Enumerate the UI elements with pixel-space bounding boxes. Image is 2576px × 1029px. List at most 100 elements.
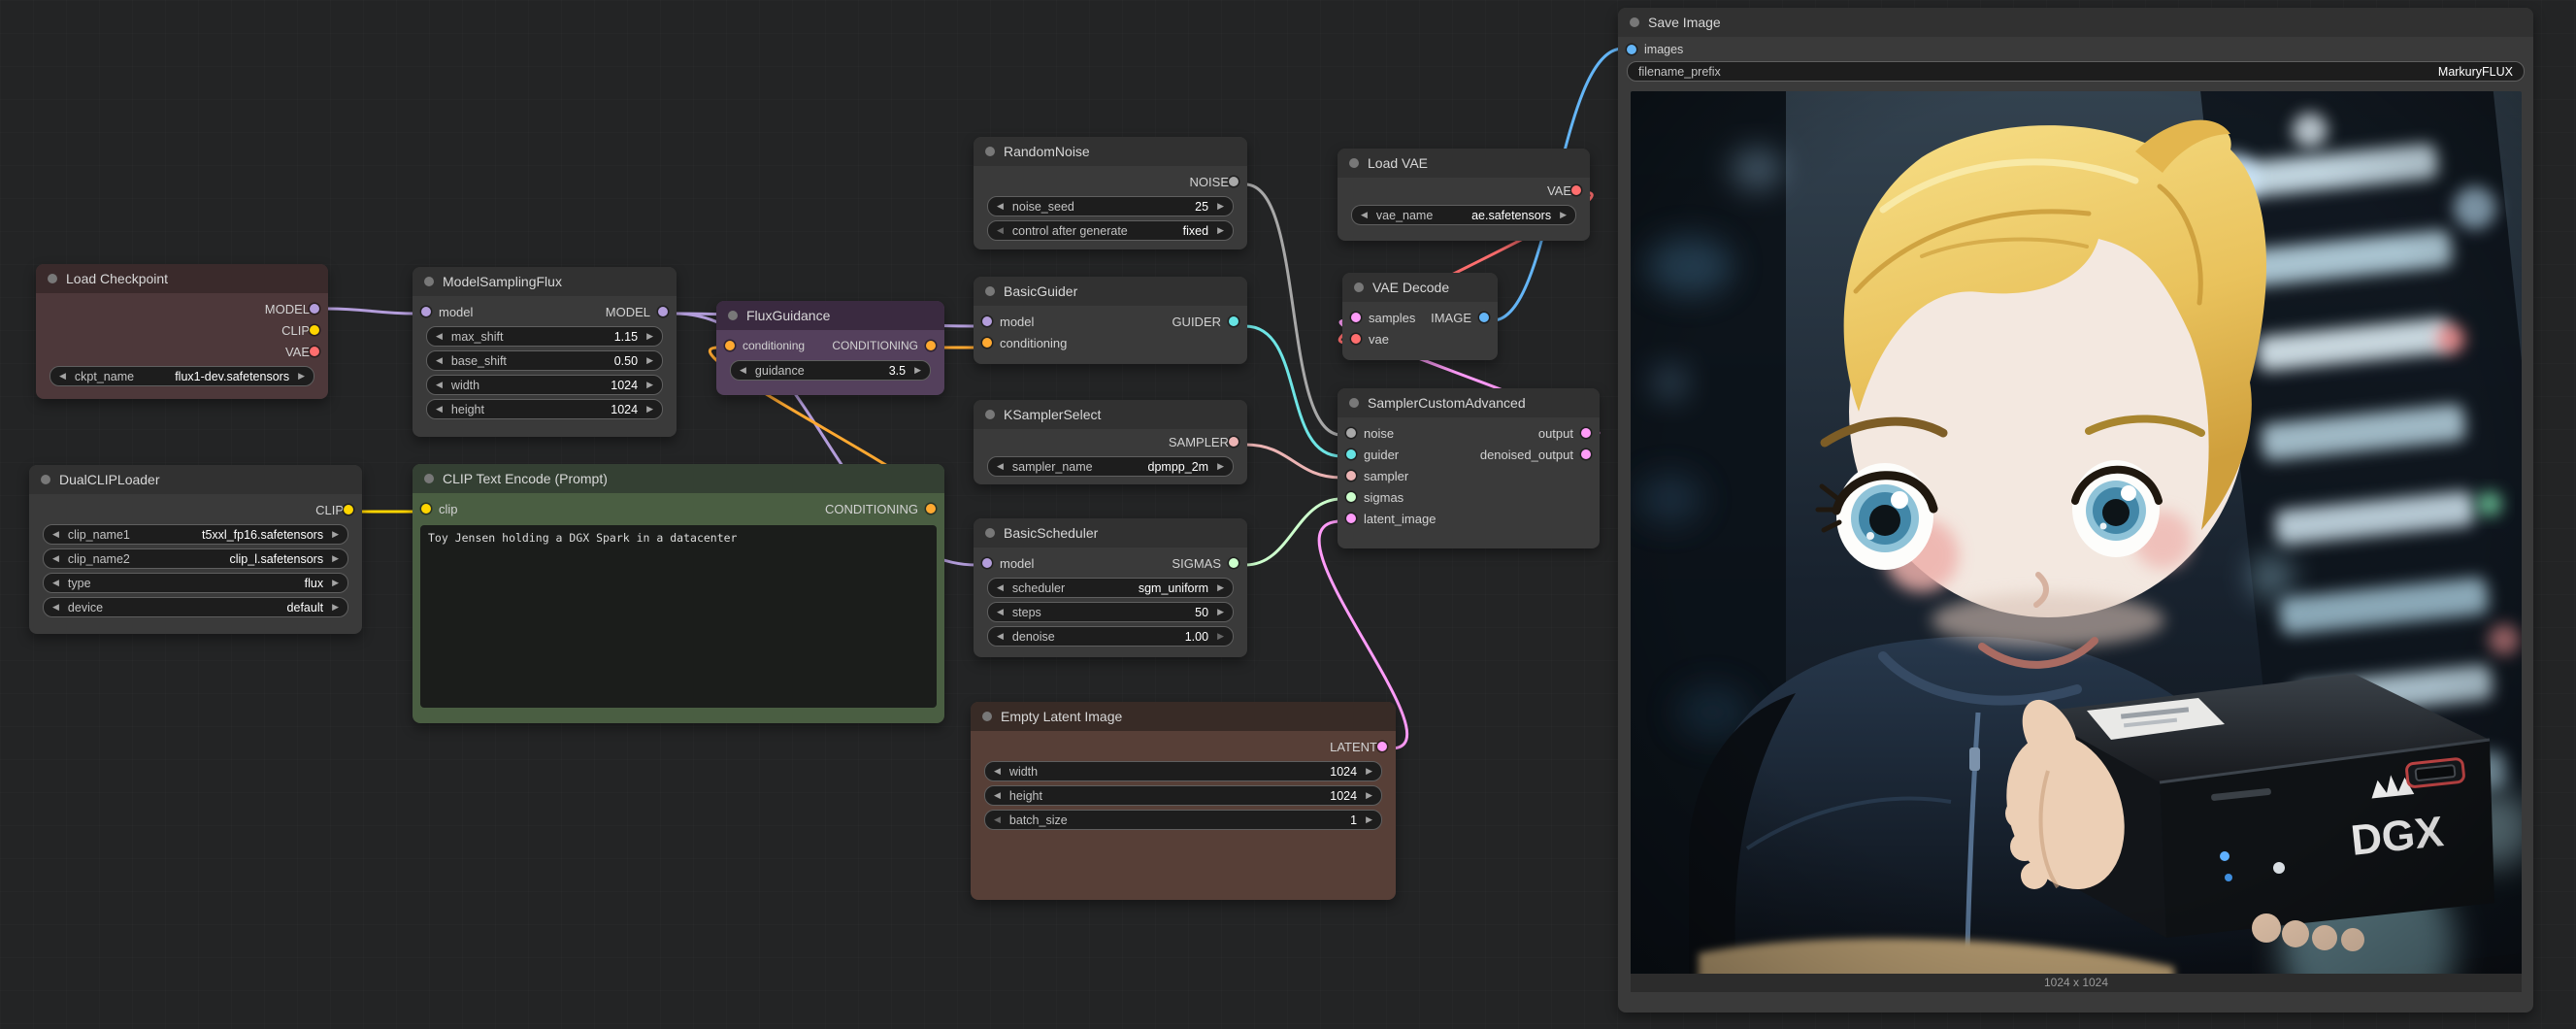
widget-scheduler[interactable]: ◀ scheduler sgm_uniform ▶ [987, 578, 1234, 598]
right-arrow-icon[interactable]: ▶ [298, 372, 305, 381]
widget-batch-size[interactable]: ◀ batch_size 1 ▶ [984, 810, 1382, 830]
node-save-image[interactable]: Save Image images filename_prefix Markur… [1618, 8, 2533, 1012]
input-port-clip[interactable] [421, 504, 431, 514]
input-port-noise[interactable] [1346, 428, 1356, 438]
node-clip-text-encode[interactable]: CLIP Text Encode (Prompt) clip CONDITION… [413, 464, 944, 723]
node-titlebar[interactable]: Load Checkpoint [36, 264, 328, 293]
node-titlebar[interactable]: SamplerCustomAdvanced [1338, 388, 1600, 417]
left-arrow-icon[interactable]: ◀ [997, 226, 1004, 235]
output-port-sampler[interactable] [1229, 437, 1238, 447]
collapse-dot[interactable] [985, 410, 995, 419]
node-model-sampling-flux[interactable]: ModelSamplingFlux model MODEL ◀ max_shif… [413, 267, 677, 437]
node-dual-clip-loader[interactable]: DualCLIPLoader CLIP ◀ clip_name1 t5xxl_f… [29, 465, 362, 634]
collapse-dot[interactable] [1349, 158, 1359, 168]
left-arrow-icon[interactable]: ◀ [52, 554, 59, 563]
widget-max-shift[interactable]: ◀ max_shift 1.15 ▶ [426, 326, 663, 347]
node-titlebar[interactable]: BasicGuider [974, 277, 1247, 306]
right-arrow-icon[interactable]: ▶ [646, 405, 653, 414]
widget-width[interactable]: ◀ width 1024 ▶ [984, 761, 1382, 781]
collapse-dot[interactable] [985, 286, 995, 296]
right-arrow-icon[interactable]: ▶ [1366, 815, 1372, 824]
left-arrow-icon[interactable]: ◀ [994, 791, 1001, 800]
widget-guidance[interactable]: ◀ guidance 3.5 ▶ [730, 360, 931, 381]
widget-device[interactable]: ◀ device default ▶ [43, 597, 348, 617]
node-vae-decode[interactable]: VAE Decode samples IMAGE vae [1342, 273, 1498, 360]
collapse-dot[interactable] [1630, 17, 1639, 27]
output-port-clip[interactable] [344, 505, 353, 514]
right-arrow-icon[interactable]: ▶ [646, 332, 653, 341]
right-arrow-icon[interactable]: ▶ [1217, 462, 1224, 471]
collapse-dot[interactable] [728, 311, 738, 320]
input-port-latent-image[interactable] [1346, 514, 1356, 523]
right-arrow-icon[interactable]: ▶ [1217, 202, 1224, 211]
widget-type[interactable]: ◀ type flux ▶ [43, 573, 348, 593]
right-arrow-icon[interactable]: ▶ [332, 554, 339, 563]
widget-noise-seed[interactable]: ◀ noise_seed 25 ▶ [987, 196, 1234, 216]
input-port-sampler[interactable] [1346, 471, 1356, 481]
output-port-denoised-output[interactable] [1581, 449, 1591, 459]
left-arrow-icon[interactable]: ◀ [1361, 211, 1368, 219]
output-port-model[interactable] [658, 307, 668, 316]
collapse-dot[interactable] [424, 277, 434, 286]
input-port-samples[interactable] [1351, 313, 1361, 322]
output-port-conditioning[interactable] [926, 341, 936, 350]
node-graph-canvas[interactable]: Load Checkpoint MODEL CLIP VAE ◀ ckpt_na… [0, 0, 2576, 1029]
widget-filename-prefix[interactable]: filename_prefix MarkuryFLUX [1627, 61, 2525, 82]
input-port-model[interactable] [421, 307, 431, 316]
collapse-dot[interactable] [424, 474, 434, 483]
collapse-dot[interactable] [985, 528, 995, 538]
input-port-model[interactable] [982, 558, 992, 568]
output-port-clip[interactable] [310, 325, 319, 335]
node-titlebar[interactable]: ModelSamplingFlux [413, 267, 677, 296]
left-arrow-icon[interactable]: ◀ [436, 405, 443, 414]
left-arrow-icon[interactable]: ◀ [997, 462, 1004, 471]
left-arrow-icon[interactable]: ◀ [436, 381, 443, 389]
left-arrow-icon[interactable]: ◀ [52, 530, 59, 539]
left-arrow-icon[interactable]: ◀ [52, 603, 59, 612]
input-port-model[interactable] [982, 316, 992, 326]
widget-control-after-generate[interactable]: ◀ control after generate fixed ▶ [987, 220, 1234, 241]
widget-vae-name[interactable]: ◀ vae_name ae.safetensors ▶ [1351, 205, 1576, 225]
right-arrow-icon[interactable]: ▶ [332, 579, 339, 587]
left-arrow-icon[interactable]: ◀ [740, 366, 746, 375]
output-port-image[interactable] [1479, 313, 1489, 322]
widget-ckpt-name[interactable]: ◀ ckpt_name flux1-dev.safetensors ▶ [50, 366, 314, 386]
output-port-noise[interactable] [1229, 177, 1238, 186]
node-titlebar[interactable]: FluxGuidance [716, 301, 944, 330]
right-arrow-icon[interactable]: ▶ [1366, 767, 1372, 776]
node-load-checkpoint[interactable]: Load Checkpoint MODEL CLIP VAE ◀ ckpt_na… [36, 264, 328, 399]
output-port-latent[interactable] [1377, 742, 1387, 751]
output-port-conditioning[interactable] [926, 504, 936, 514]
widget-base-shift[interactable]: ◀ base_shift 0.50 ▶ [426, 350, 663, 371]
node-titlebar[interactable]: DualCLIPLoader [29, 465, 362, 494]
widget-sampler-name[interactable]: ◀ sampler_name dpmpp_2m ▶ [987, 456, 1234, 477]
widget-clip-name1[interactable]: ◀ clip_name1 t5xxl_fp16.safetensors ▶ [43, 524, 348, 545]
input-port-vae[interactable] [1351, 334, 1361, 344]
output-port-output[interactable] [1581, 428, 1591, 438]
left-arrow-icon[interactable]: ◀ [52, 579, 59, 587]
left-arrow-icon[interactable]: ◀ [997, 632, 1004, 641]
left-arrow-icon[interactable]: ◀ [994, 767, 1001, 776]
left-arrow-icon[interactable]: ◀ [997, 202, 1004, 211]
right-arrow-icon[interactable]: ▶ [332, 530, 339, 539]
node-titlebar[interactable]: Empty Latent Image [971, 702, 1396, 731]
collapse-dot[interactable] [1354, 282, 1364, 292]
collapse-dot[interactable] [1349, 398, 1359, 408]
node-empty-latent-image[interactable]: Empty Latent Image LATENT ◀ width 1024 ▶… [971, 702, 1396, 900]
output-port-guider[interactable] [1229, 316, 1238, 326]
collapse-dot[interactable] [48, 274, 57, 283]
right-arrow-icon[interactable]: ▶ [1217, 632, 1224, 641]
left-arrow-icon[interactable]: ◀ [997, 608, 1004, 616]
node-titlebar[interactable]: Load VAE [1338, 149, 1590, 178]
right-arrow-icon[interactable]: ▶ [1217, 608, 1224, 616]
widget-height[interactable]: ◀ height 1024 ▶ [426, 399, 663, 419]
node-random-noise[interactable]: RandomNoise NOISE ◀ noise_seed 25 ▶ ◀ co… [974, 137, 1247, 249]
input-port-sigmas[interactable] [1346, 492, 1356, 502]
right-arrow-icon[interactable]: ▶ [1217, 226, 1224, 235]
node-sampler-custom-advanced[interactable]: SamplerCustomAdvanced noise output guide… [1338, 388, 1600, 548]
prompt-textarea[interactable]: Toy Jensen holding a DGX Spark in a data… [420, 525, 937, 708]
output-port-model[interactable] [310, 304, 319, 314]
input-port-conditioning[interactable] [982, 338, 992, 348]
widget-steps[interactable]: ◀ steps 50 ▶ [987, 602, 1234, 622]
widget-height[interactable]: ◀ height 1024 ▶ [984, 785, 1382, 806]
